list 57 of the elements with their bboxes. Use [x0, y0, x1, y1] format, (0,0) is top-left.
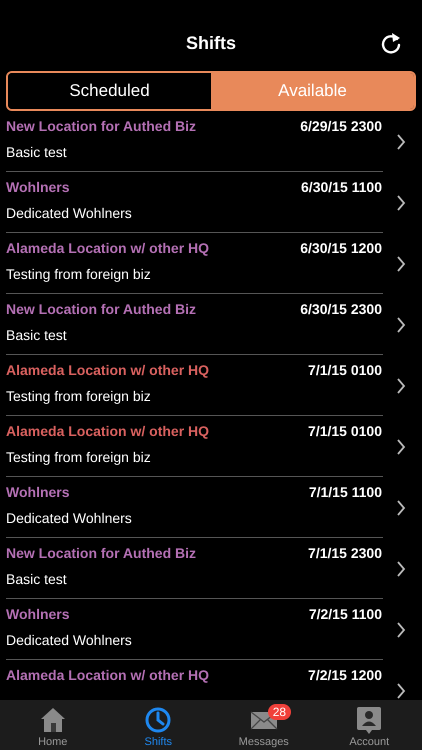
shift-description: Testing from foreign biz [6, 266, 152, 282]
shift-row[interactable]: New Location for Authed Biz 6/30/15 2300 Basic test [0, 294, 422, 355]
shift-description: Dedicated Wohlners [6, 632, 133, 648]
location-name: Alameda Location w/ other HQ [6, 667, 210, 683]
location-name: Wohlners [6, 606, 70, 622]
location-name: Wohlners [6, 179, 70, 195]
shift-description: Dedicated Wohlners [6, 510, 133, 526]
location-name: New Location for Authed Biz [6, 545, 196, 561]
shift-date: 7/1/15 0100 [308, 362, 382, 378]
shift-description: Dedicated Wohlners [6, 205, 133, 221]
unread-count: 28 [268, 704, 292, 720]
chevron-icon [396, 256, 406, 272]
location-name: Wohlners [6, 484, 70, 500]
shift-date: 7/1/15 1100 [308, 484, 382, 500]
shift-row[interactable]: Wohlners 7/2/15 1100 Dedicated Wohlners [0, 599, 422, 660]
shift-date: 6/30/15 1100 [301, 179, 382, 195]
tab-bar-item[interactable]: 28 Messages [211, 700, 316, 750]
location-name: New Location for Authed Biz [6, 301, 196, 317]
tab-bar-item[interactable]: Shifts [106, 700, 211, 750]
shift-date: 7/1/15 0100 [308, 423, 382, 439]
shift-date: 7/2/15 1100 [308, 606, 382, 622]
tab-bar-item[interactable]: Home [0, 700, 106, 750]
tab-bar-item[interactable]: Account [316, 700, 422, 750]
shift-date: 7/1/15 2300 [308, 545, 382, 561]
chevron-icon [396, 682, 406, 698]
shift-date: 7/2/15 1200 [308, 667, 382, 683]
chevron-icon [396, 560, 406, 576]
chevron-icon [396, 134, 406, 150]
chevron-icon [396, 378, 406, 394]
shift-description: Basic test [6, 327, 68, 343]
shift-row[interactable]: New Location for Authed Biz 6/29/15 2300 Basic test [0, 111, 422, 172]
chevron-icon [396, 500, 406, 516]
chevron-icon [396, 622, 406, 638]
shift-row[interactable]: Wohlners 7/1/15 1100 Dedicated Wohlners [0, 477, 422, 538]
shift-description: Basic test [6, 571, 68, 587]
person-icon [355, 706, 384, 734]
shift-row[interactable]: Alameda Location w/ other HQ 6/30/15 1200 Testing from foreign biz [0, 233, 422, 294]
shift-description: Testing from foreign biz [6, 449, 152, 465]
shift-date: 6/30/15 2300 [300, 301, 382, 317]
shift-row[interactable]: New Location for Authed Biz 7/1/15 2300 Basic test [0, 538, 422, 599]
chevron-icon [396, 316, 406, 332]
house-icon [38, 706, 67, 734]
location-name: New Location for Authed Biz [6, 118, 196, 134]
shift-description: Testing from foreign biz [6, 388, 152, 404]
clock-icon [144, 706, 172, 734]
location-name: Alameda Location w/ other HQ [6, 362, 210, 378]
chevron-icon [396, 438, 406, 454]
shift-description: Basic test [6, 144, 68, 160]
location-name: Alameda Location w/ other HQ [6, 423, 210, 439]
shift-row[interactable]: Alameda Location w/ other HQ 7/1/15 0100 Testing from foreign biz [0, 416, 422, 477]
shift-date: 6/29/15 2300 [300, 118, 382, 134]
shift-date: 6/30/15 1200 [300, 240, 382, 256]
chevron-icon [396, 194, 406, 210]
shift-row[interactable]: Wohlners 6/30/15 1100 Dedicated Wohlners [0, 172, 422, 233]
shift-row[interactable]: Alameda Location w/ other HQ 7/1/15 0100 Testing from foreign biz [0, 355, 422, 416]
location-name: Alameda Location w/ other HQ [6, 240, 210, 256]
screen-title: Shifts [186, 32, 236, 54]
